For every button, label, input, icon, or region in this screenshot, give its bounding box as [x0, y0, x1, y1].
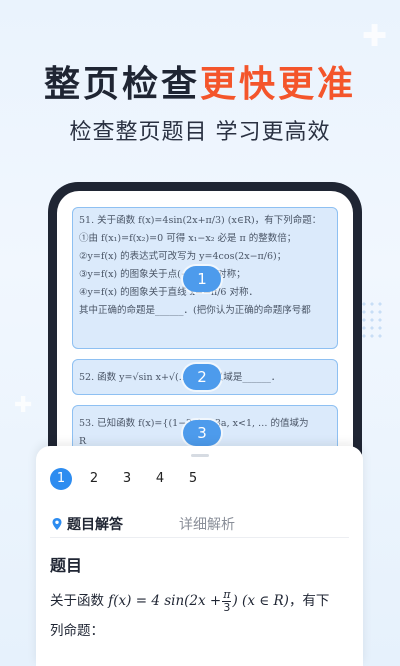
content-title: 题目 — [50, 556, 83, 575]
hero-title-accent: 更快更准 — [200, 64, 357, 105]
content-domain: (x ∈ R) — [242, 593, 289, 609]
question-number-tab[interactable]: 3 — [116, 468, 138, 490]
hero-title: 整页检查更快更准 — [0, 55, 400, 107]
tab-answer[interactable]: 题目解答 — [50, 514, 123, 534]
question-badge[interactable]: 2 — [183, 364, 221, 390]
question-number-tab[interactable]: 4 — [149, 468, 171, 490]
question-badge[interactable]: 1 — [183, 266, 221, 292]
formula-fraction: π3 — [222, 587, 232, 614]
tab-detail-label: 详细解析 — [179, 516, 235, 533]
content-suffix: ，有下 — [288, 593, 330, 609]
question-number-tab[interactable]: 1 — [50, 468, 72, 490]
question-line: ①由 f(x₁)=f(x₂)=0 可得 x₁−x₂ 必是 π 的整数倍； — [79, 233, 297, 245]
tab-answer-label: 题目解答 — [67, 516, 123, 533]
question-line: 其中正确的命题是______．(把你认为正确的命题序号都 — [79, 305, 311, 317]
question-number-tabs: 1 2 3 4 5 — [50, 468, 215, 490]
content-formula: f(x) = 4 sin — [108, 593, 185, 609]
plus-decoration-icon: ✚ — [362, 19, 388, 54]
answer-sheet: 1 2 3 4 5 题目解答 详细解析 题目 关于函数 f(x) = 4 sin… — [36, 446, 363, 666]
content-formula-inner-a: (2x + — [184, 593, 222, 609]
drag-handle[interactable] — [191, 454, 209, 457]
answer-content: 题目 关于函数 f(x) = 4 sin(2x + π 3) (x ∈ R)，有下 … — [50, 552, 351, 646]
question-badge[interactable]: 3 — [183, 420, 221, 446]
fraction-denominator: 3 — [223, 600, 231, 614]
hero-subtitle: 检查整页题目 学习更高效 — [69, 120, 331, 145]
question-number-tab[interactable]: 2 — [83, 468, 105, 490]
hero-title-dark: 整页检查 — [43, 64, 200, 105]
phone-mockup: 51. 关于函数 f(x)=4sin(2x+π/3) (x∈R)，有下列命题： … — [48, 182, 362, 482]
content-prefix: 关于函数 — [50, 593, 104, 609]
fraction-numerator: π — [222, 587, 232, 602]
content-text: 关于函数 f(x) = 4 sin(2x + π 3) (x ∈ R)，有下 列命题… — [50, 586, 351, 646]
question-card[interactable]: 51. 关于函数 f(x)=4sin(2x+π/3) (x∈R)，有下列命题： … — [72, 207, 338, 349]
content-line2: 列命题： — [50, 623, 104, 639]
question-line: ②y=f(x) 的表达式可改写为 y=4cos(2x−π/6)； — [79, 251, 287, 263]
question-line: 51. 关于函数 f(x)=4sin(2x+π/3) (x∈R)，有下列命题： — [79, 215, 322, 226]
location-pin-icon — [52, 517, 62, 530]
tab-detail[interactable]: 详细解析 — [179, 514, 235, 534]
section-tabs: 题目解答 详细解析 — [50, 510, 349, 538]
phone-screen: 51. 关于函数 f(x)=4sin(2x+π/3) (x∈R)，有下列命题： … — [57, 191, 353, 482]
content-formula-inner-b: ) — [232, 593, 238, 609]
plus-decoration-icon: ✚ — [14, 393, 33, 418]
question-number-tab[interactable]: 5 — [182, 468, 204, 490]
question-card[interactable]: 52. 函数 y=√sin x+√(…) 的定义域是______． 2 — [72, 359, 338, 395]
